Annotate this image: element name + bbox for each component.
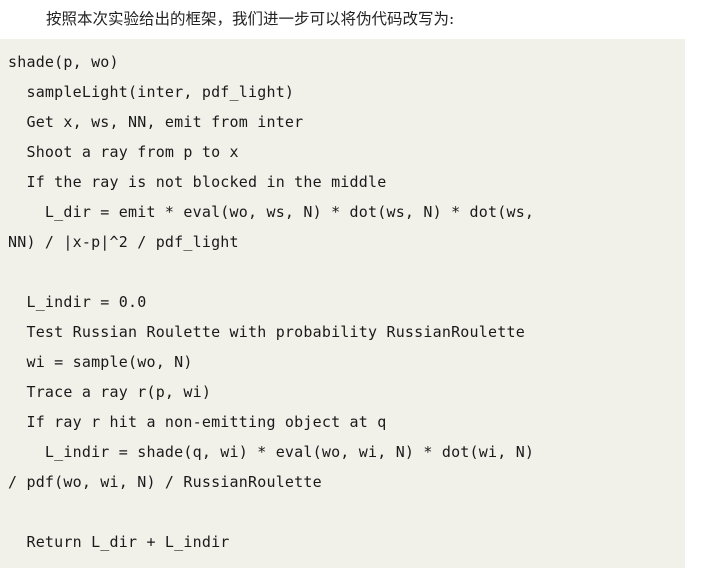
code-line: Shoot a ray from p to x xyxy=(8,143,239,161)
code-line: NN) / |x-p|^2 / pdf_light xyxy=(8,233,239,251)
code-line: L_indir = shade(q, wi) * eval(wo, wi, N)… xyxy=(8,443,535,461)
code-line: / pdf(wo, wi, N) / RussianRoulette xyxy=(8,473,322,491)
code-line: wi = sample(wo, N) xyxy=(8,353,193,371)
code-line: Test Russian Roulette with probability R… xyxy=(8,323,525,341)
code-line: Get x, ws, NN, emit from inter xyxy=(8,113,304,131)
pseudocode-block: shade(p, wo) sampleLight(inter, pdf_ligh… xyxy=(0,39,685,568)
document-page: 按照本次实验给出的框架，我们进一步可以将伪代码改写为: shade(p, wo)… xyxy=(0,0,720,568)
code-line: L_dir = emit * eval(wo, ws, N) * dot(ws,… xyxy=(8,203,535,221)
code-line: If ray r hit a non-emitting object at q xyxy=(8,413,387,431)
code-line: shade(p, wo) xyxy=(8,53,119,71)
code-line: L_indir = 0.0 xyxy=(8,293,147,311)
intro-paragraph: 按照本次实验给出的框架，我们进一步可以将伪代码改写为: xyxy=(46,10,455,28)
code-line: Trace a ray r(p, wi) xyxy=(8,383,212,401)
code-line: Return L_dir + L_indir xyxy=(8,533,230,551)
code-line: If the ray is not blocked in the middle xyxy=(8,173,387,191)
code-line: sampleLight(inter, pdf_light) xyxy=(8,83,295,101)
